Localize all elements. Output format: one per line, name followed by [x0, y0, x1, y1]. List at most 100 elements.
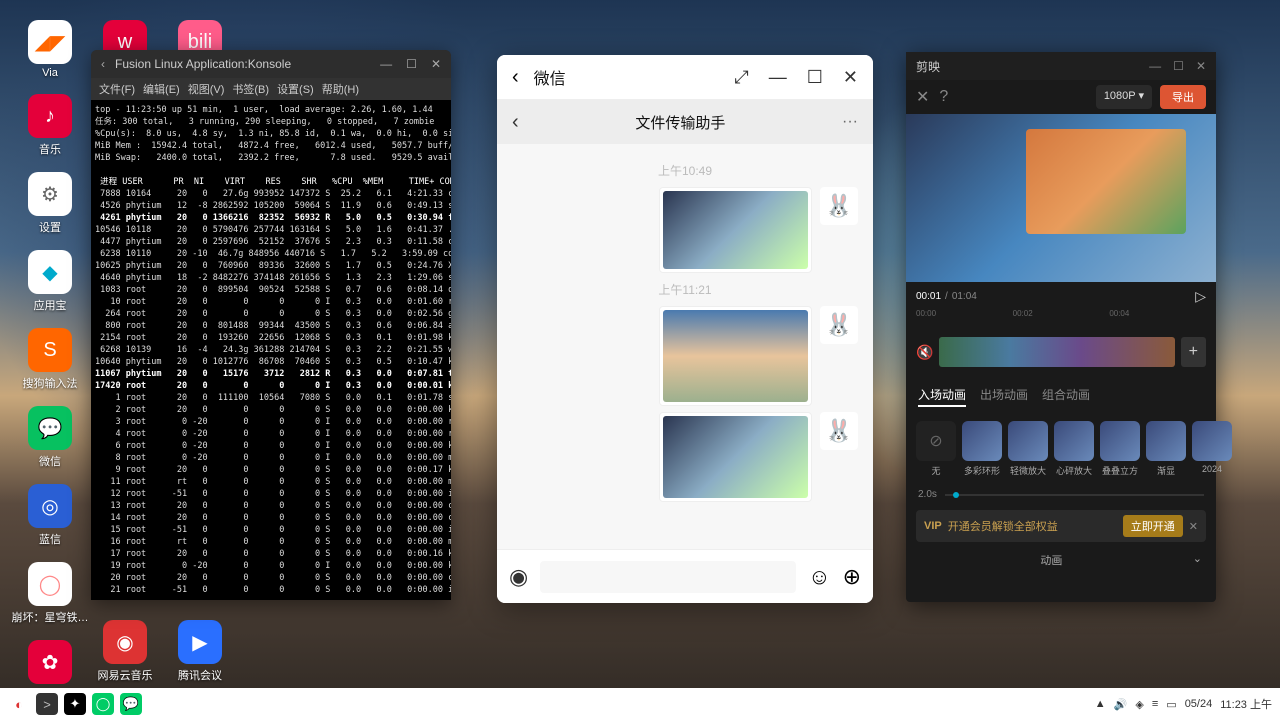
taskbar[interactable]: ◐ > ✦ ◯ 💬 ▲ 🔊 ◈ ≡ ▭ 05/24 11:23 上午 — [0, 688, 1280, 720]
desktop-icon[interactable]: ◉ 网易云音乐 — [95, 620, 155, 683]
close-icon[interactable]: ✕ — [843, 67, 858, 88]
menu-item[interactable]: 文件(F) — [99, 81, 135, 97]
message-input[interactable] — [540, 561, 796, 593]
add-icon[interactable]: ⊕ — [843, 564, 861, 590]
maximize-icon[interactable]: ☐ — [406, 57, 417, 71]
time-current: 00:01 — [916, 291, 941, 302]
add-clip-icon[interactable]: + — [1181, 337, 1206, 367]
effect-item[interactable]: 2024 — [1192, 421, 1232, 477]
jianying-window[interactable]: 剪映 — ☐ ✕ ✕ ? 1080P ▾ 导出 00:01 / 01:04 ▷ … — [906, 52, 1216, 602]
desktop-icon[interactable]: S 搜狗输入法 — [20, 328, 80, 391]
preview-canvas[interactable] — [906, 114, 1216, 282]
close-icon[interactable]: ✕ — [431, 57, 441, 71]
avatar[interactable]: 🐰 — [820, 187, 858, 225]
effect-item[interactable]: 心砰放大 — [1054, 421, 1094, 477]
tab-enter-anim[interactable]: 入场动画 — [918, 386, 966, 407]
more-icon[interactable]: ··· — [842, 113, 858, 131]
konsole-window[interactable]: ‹ Fusion Linux Application:Konsole — ☐ ✕… — [91, 50, 451, 600]
menu-item[interactable]: 设置(S) — [277, 81, 314, 97]
wechat-window[interactable]: ‹ 微信 ⤢ — ☐ ✕ ‹ 文件传输助手 ··· 上午10:49 🐰 上午11… — [497, 55, 873, 603]
wechat-titlebar[interactable]: ‹ 微信 ⤢ — ☐ ✕ — [497, 55, 873, 100]
emoji-icon[interactable]: ☺ — [808, 564, 830, 590]
effect-item[interactable]: 叠叠立方 — [1100, 421, 1140, 477]
tb-app-icon[interactable]: ◯ — [92, 693, 114, 715]
message-item[interactable]: 🐰 — [512, 306, 858, 406]
desktop-icon[interactable]: 💬 微信 — [20, 406, 80, 469]
network-icon[interactable]: ▲ — [1095, 698, 1106, 710]
tb-terminal-icon[interactable]: > — [36, 693, 58, 715]
help-icon[interactable]: ? — [939, 88, 948, 106]
tab-combo-anim[interactable]: 组合动画 — [1042, 386, 1090, 407]
volume-icon[interactable]: 🔊 — [1114, 698, 1128, 711]
back-icon[interactable]: ‹ — [101, 57, 105, 71]
menu-item[interactable]: 帮助(H) — [322, 81, 359, 97]
konsole-title: Fusion Linux Application:Konsole — [115, 57, 291, 71]
timeline[interactable]: 🔇 + — [906, 324, 1216, 380]
image-bubble[interactable] — [659, 306, 812, 406]
vip-banner[interactable]: VIP 开通会员解锁全部权益 立即开通 ✕ — [916, 510, 1206, 542]
desktop-icon[interactable]: ◯ 崩坏：星穹铁… — [20, 562, 80, 625]
taskbar-time: 11:23 上午 — [1220, 696, 1272, 712]
effect-item[interactable]: ⊘ 无 — [916, 421, 956, 477]
chat-back-icon[interactable]: ‹ — [512, 111, 519, 134]
wechat-app-title: 微信 — [534, 65, 566, 89]
menu-item[interactable]: 书签(B) — [232, 81, 269, 97]
minimize-icon[interactable]: — — [1149, 59, 1161, 73]
message-item[interactable]: 🐰 — [512, 412, 858, 502]
jianying-titlebar[interactable]: 剪映 — ☐ ✕ — [906, 52, 1216, 80]
close-icon[interactable]: ✕ — [1196, 59, 1206, 73]
timeline-clip[interactable] — [939, 337, 1174, 367]
desktop-icon[interactable]: ◎ 蓝信 — [20, 484, 80, 547]
wechat-messages[interactable]: 上午10:49 🐰 上午11:21 🐰 🐰 — [497, 144, 873, 549]
konsole-titlebar[interactable]: ‹ Fusion Linux Application:Konsole — ☐ ✕ — [91, 50, 451, 78]
avatar[interactable]: 🐰 — [820, 306, 858, 344]
terminal-output[interactable]: top - 11:23:50 up 51 min, 1 user, load a… — [91, 100, 451, 600]
voice-icon[interactable]: ◉ — [509, 564, 528, 590]
effects-row: ⊘ 无 多彩环形 轻微放大 心砰放大 叠叠立方 渐显 2024 — [906, 413, 1216, 485]
desktop-icon[interactable]: ◢◤ Via — [20, 20, 80, 79]
desktop-icon[interactable]: ♪ 音乐 — [20, 94, 80, 157]
desktop-icons-col1: ◢◤ Via ♪ 音乐 ⚙ 设置 ◆ 应用宝 S 搜狗输入法 💬 微信 ◎ 蓝信… — [20, 20, 80, 703]
image-bubble[interactable] — [659, 412, 812, 502]
back-icon[interactable]: ‹ — [512, 66, 519, 89]
resolution-dropdown[interactable]: 1080P ▾ — [1096, 85, 1152, 109]
battery-icon[interactable]: ▭ — [1166, 698, 1176, 711]
effect-item[interactable]: 多彩环形 — [962, 421, 1002, 477]
tb-capcut-icon[interactable]: ✦ — [64, 693, 86, 715]
desktop-icon[interactable]: ◆ 应用宝 — [20, 250, 80, 313]
export-button[interactable]: 导出 — [1160, 85, 1206, 109]
wifi-icon[interactable]: ◈ — [1135, 698, 1143, 711]
launcher-icon[interactable]: ◐ — [8, 693, 30, 715]
timestamp: 上午11:21 — [512, 281, 858, 298]
tab-exit-anim[interactable]: 出场动画 — [980, 386, 1028, 407]
close-icon[interactable]: ✕ — [916, 87, 929, 107]
desktop-icon[interactable]: ▶ 腾讯会议 — [170, 620, 230, 683]
avatar[interactable]: 🐰 — [820, 412, 858, 450]
wechat-input-bar: ◉ ☺ ⊕ — [497, 549, 873, 603]
mute-icon[interactable]: 🔇 — [916, 344, 933, 361]
vip-open-button[interactable]: 立即开通 — [1123, 515, 1183, 537]
wechat-chat-header: ‹ 文件传输助手 ··· — [497, 100, 873, 144]
message-item[interactable]: 🐰 — [512, 187, 858, 273]
menu-item[interactable]: 编辑(E) — [143, 81, 180, 97]
play-icon[interactable]: ▷ — [1195, 288, 1206, 305]
tray-icon[interactable]: ≡ — [1152, 698, 1158, 710]
effect-item[interactable]: 轻微放大 — [1008, 421, 1048, 477]
close-icon[interactable]: ✕ — [1189, 520, 1198, 533]
desktop-icon-tencent-meeting: ▶ 腾讯会议 — [170, 620, 230, 683]
image-bubble[interactable] — [659, 187, 812, 273]
konsole-menubar[interactable]: 文件(F) 编辑(E) 视图(V) 书签(B) 设置(S) 帮助(H) — [91, 78, 451, 100]
maximize-icon[interactable]: ☐ — [807, 67, 823, 88]
time-duration: 01:04 — [952, 291, 977, 302]
desktop-icon[interactable]: ⚙ 设置 — [20, 172, 80, 235]
menu-item[interactable]: 视图(V) — [188, 81, 225, 97]
effect-item[interactable]: 渐显 — [1146, 421, 1186, 477]
expand-icon[interactable]: ⤢ — [734, 67, 748, 88]
duration-slider[interactable]: 2.0s — [906, 485, 1216, 504]
tb-wechat-icon[interactable]: 💬 — [120, 693, 142, 715]
player-controls: 00:01 / 01:04 ▷ 00:00 00:02 00:04 — [906, 282, 1216, 324]
minimize-icon[interactable]: — — [769, 67, 787, 88]
anim-panel-label[interactable]: 动画 ⌄ — [906, 548, 1216, 572]
maximize-icon[interactable]: ☐ — [1173, 59, 1184, 73]
minimize-icon[interactable]: — — [380, 57, 392, 71]
